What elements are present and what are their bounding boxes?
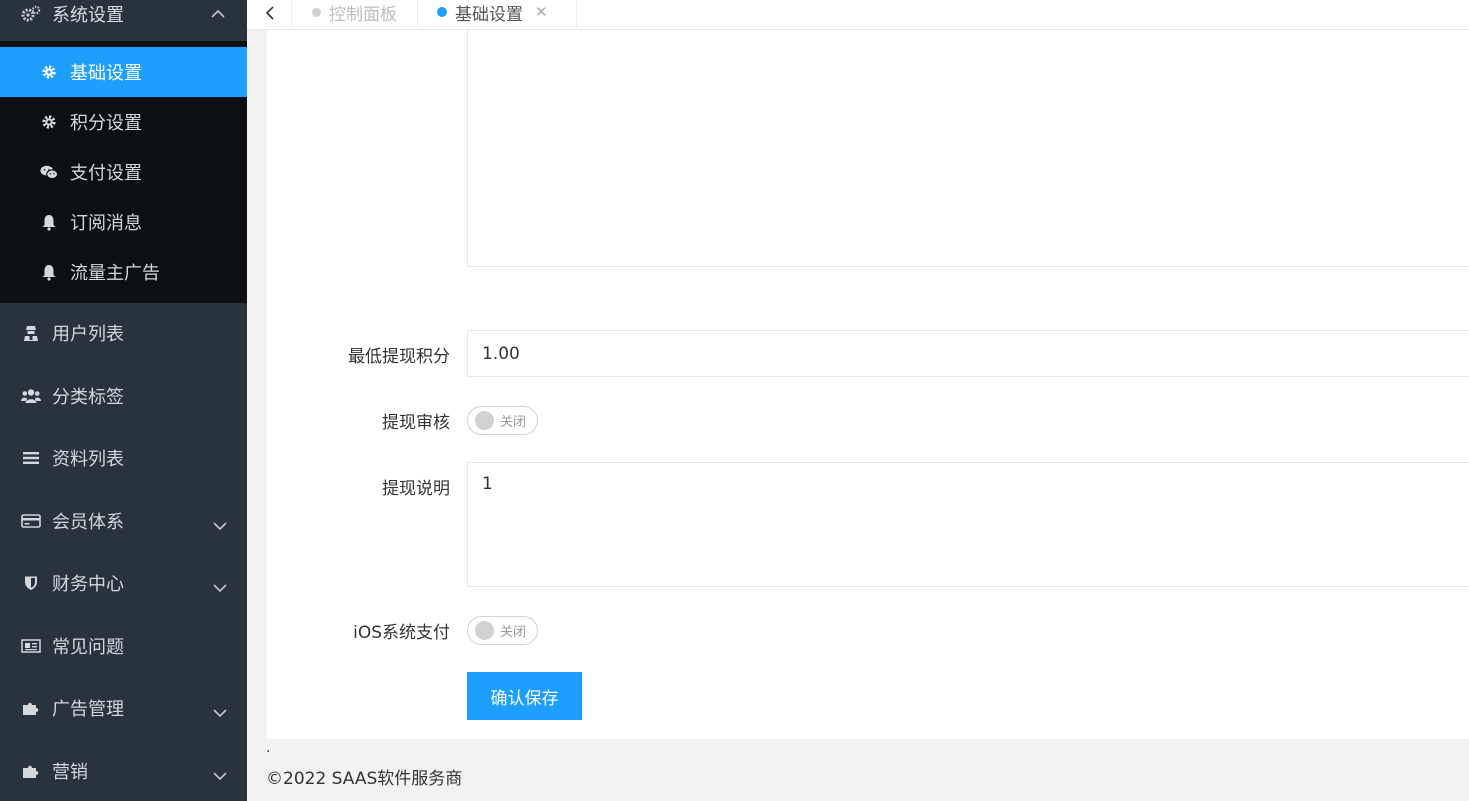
sidebar-item-finance-center[interactable]: 财务中心 xyxy=(0,552,247,614)
tab-status-dot xyxy=(437,7,447,17)
sidebar-item-faq[interactable]: 常见问题 xyxy=(0,615,247,677)
toggle-knob xyxy=(475,411,494,430)
sidebar-item-label: 分类标签 xyxy=(52,387,124,408)
toggle-knob xyxy=(475,621,494,640)
sidebar-item-label: 资料列表 xyxy=(52,449,124,470)
newspaper-icon xyxy=(21,636,41,656)
withdraw-review-toggle[interactable]: 关闭 xyxy=(467,406,538,435)
tab-bar: 控制面板 基础设置 ✕ xyxy=(247,0,1469,30)
sidebar: 系统设置 基础设置 积分设置 支付设置 订阅消息 流量主广告 用户列表 分类标签… xyxy=(0,0,247,801)
sidebar-group-label: 系统设置 xyxy=(52,4,124,26)
withdraw-desc-value: 1 xyxy=(482,474,493,494)
chevron-down-icon xyxy=(213,514,227,535)
footer-dot: . xyxy=(266,740,271,756)
sidebar-item-points-settings[interactable]: 积分设置 xyxy=(0,97,247,147)
save-button[interactable]: 确认保存 xyxy=(467,672,582,720)
gear-icon xyxy=(40,63,58,81)
sidebar-item-membership[interactable]: 会员体系 xyxy=(0,490,247,552)
min-withdraw-value: 1.00 xyxy=(482,343,520,364)
min-withdraw-input[interactable]: 1.00 xyxy=(467,330,1469,377)
min-withdraw-label: 最低提现积分 xyxy=(348,347,450,367)
sidebar-item-label: 用户列表 xyxy=(52,324,124,345)
sidebar-item-material-list[interactable]: 资料列表 xyxy=(0,427,247,489)
gear-icon xyxy=(40,113,58,131)
tab-scroll-left-button[interactable] xyxy=(247,0,292,30)
toggle-state-text: 关闭 xyxy=(500,625,527,640)
sidebar-item-label: 会员体系 xyxy=(52,512,124,533)
chevron-down-icon xyxy=(213,701,227,722)
gears-icon xyxy=(21,5,41,23)
chevron-up-icon xyxy=(211,6,225,22)
withdraw-desc-textarea[interactable]: 1 xyxy=(467,462,1469,587)
toggle-state-text: 关闭 xyxy=(500,415,527,430)
bell-icon xyxy=(40,213,58,231)
puzzle-icon xyxy=(21,761,41,781)
withdraw-review-label: 提现审核 xyxy=(382,413,450,433)
chevron-left-icon xyxy=(265,6,274,24)
tab-label: 控制面板 xyxy=(329,4,397,25)
withdraw-desc-label: 提现说明 xyxy=(382,479,450,499)
credit-card-icon xyxy=(21,511,41,531)
chevron-down-icon xyxy=(213,764,227,785)
sidebar-item-basic-settings[interactable]: 基础设置 xyxy=(0,47,247,97)
ios-pay-label: iOS系统支付 xyxy=(353,623,450,643)
sidebar-item-payment-settings[interactable]: 支付设置 xyxy=(0,147,247,197)
tab-dashboard[interactable]: 控制面板 xyxy=(292,0,418,30)
sidebar-item-traffic-ads[interactable]: 流量主广告 xyxy=(0,247,247,297)
sidebar-item-category-tags[interactable]: 分类标签 xyxy=(0,365,247,427)
tab-status-dot xyxy=(312,7,321,17)
sidebar-group-system-settings[interactable]: 系统设置 xyxy=(0,0,247,41)
sidebar-item-user-list[interactable]: 用户列表 xyxy=(0,302,247,364)
sidebar-item-label: 支付设置 xyxy=(70,163,142,184)
close-icon[interactable]: ✕ xyxy=(535,3,548,21)
user-secret-icon xyxy=(21,323,41,343)
ios-pay-toggle[interactable]: 关闭 xyxy=(467,616,538,645)
submenu: 基础设置 积分设置 支付设置 订阅消息 流量主广告 xyxy=(0,41,247,303)
sidebar-item-label: 积分设置 xyxy=(70,113,142,134)
sidebar-item-label: 订阅消息 xyxy=(70,213,142,234)
tab-basic-settings[interactable]: 基础设置 ✕ xyxy=(418,0,577,30)
sidebar-item-ad-management[interactable]: 广告管理 xyxy=(0,677,247,739)
sidebar-item-label: 基础设置 xyxy=(70,63,142,84)
shield-icon xyxy=(21,573,41,593)
sidebar-item-label: 常见问题 xyxy=(52,637,124,658)
puzzle-icon xyxy=(21,698,41,718)
list-icon xyxy=(21,448,41,468)
chevron-down-icon xyxy=(213,576,227,597)
footer-copyright: ©2022 SAAS软件服务商 xyxy=(266,769,463,789)
users-icon xyxy=(21,386,41,406)
rich-text-area[interactable] xyxy=(467,29,1469,267)
bell-icon xyxy=(40,263,58,281)
wechat-icon xyxy=(40,163,58,181)
tab-label: 基础设置 xyxy=(455,4,523,25)
sidebar-item-marketing[interactable]: 营销 xyxy=(0,740,247,801)
sidebar-item-label: 财务中心 xyxy=(52,574,124,595)
sidebar-item-subscription-messages[interactable]: 订阅消息 xyxy=(0,197,247,247)
sidebar-item-label: 营销 xyxy=(52,762,88,783)
settings-form-panel: 最低提现积分 1.00 提现审核 关闭 提现说明 1 iOS系统支付 关闭 确认… xyxy=(267,29,1469,739)
sidebar-item-label: 广告管理 xyxy=(52,699,124,720)
sidebar-item-label: 流量主广告 xyxy=(70,263,160,284)
